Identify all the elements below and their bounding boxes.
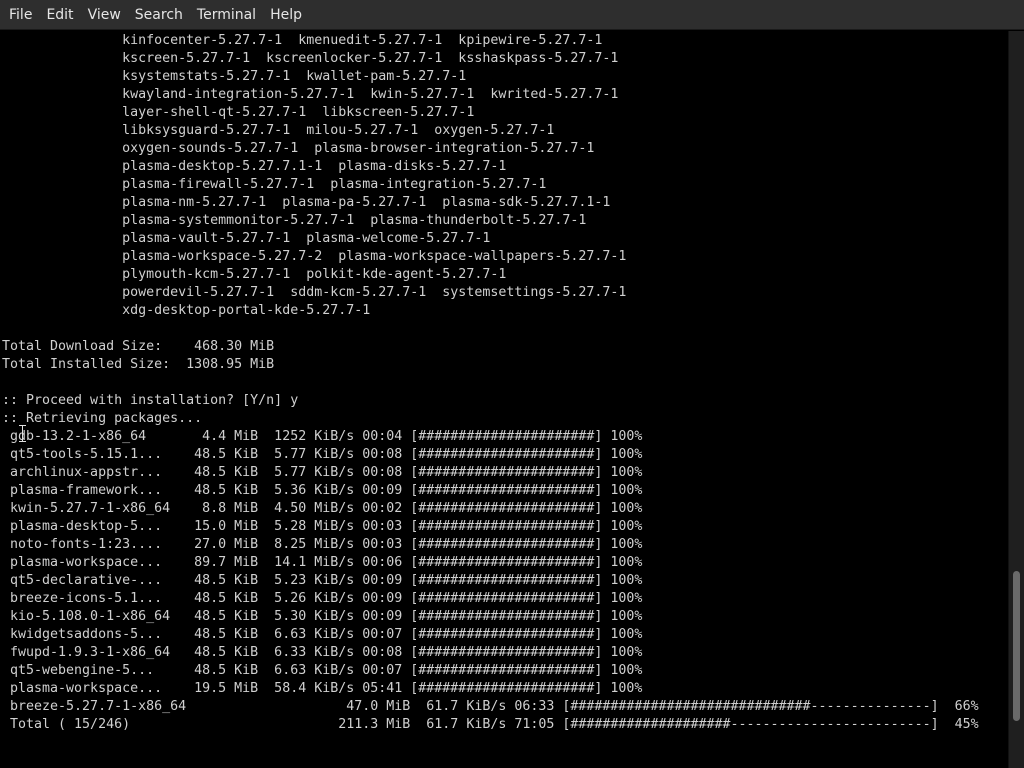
terminal-line: xdg-desktop-portal-kde-5.27.7-1 — [2, 303, 371, 318]
terminal-line: archlinux-appstr... 48.5 KiB 5.77 KiB/s … — [2, 465, 643, 480]
terminal-line: Total ( 15/246) 211.3 MiB 61.7 KiB/s 71:… — [2, 717, 979, 732]
menu-file[interactable]: File — [2, 0, 39, 30]
terminal-line: :: Retrieving packages... — [2, 411, 203, 426]
terminal-line: :: Proceed with installation? [Y/n] y — [2, 393, 299, 408]
terminal-line: Total Installed Size: 1308.95 MiB — [2, 357, 275, 372]
terminal-line: oxygen-sounds-5.27.7-1 plasma-browser-in… — [2, 141, 595, 156]
terminal-line: plasma-workspace... 89.7 MiB 14.1 MiB/s … — [2, 555, 643, 570]
terminal-line: plasma-nm-5.27.7-1 plasma-pa-5.27.7-1 pl… — [2, 195, 611, 210]
terminal-line: gdb-13.2-1-x86_64 4.4 MiB 1252 KiB/s 00:… — [2, 429, 643, 444]
terminal-output[interactable]: kinfocenter-5.27.7-1 kmenuedit-5.27.7-1 … — [0, 31, 1008, 768]
terminal-line: plasma-desktop-5... 15.0 MiB 5.28 MiB/s … — [2, 519, 643, 534]
terminal-line: ksystemstats-5.27.7-1 kwallet-pam-5.27.7… — [2, 69, 467, 84]
terminal-line: plasma-systemmonitor-5.27.7-1 plasma-thu… — [2, 213, 587, 228]
terminal-line: kinfocenter-5.27.7-1 kmenuedit-5.27.7-1 … — [2, 33, 603, 48]
terminal-line: plymouth-kcm-5.27.7-1 polkit-kde-agent-5… — [2, 267, 507, 282]
terminal-line: kwayland-integration-5.27.7-1 kwin-5.27.… — [2, 87, 619, 102]
menu-view[interactable]: View — [81, 0, 128, 30]
menu-help[interactable]: Help — [263, 0, 309, 30]
terminal-line: kscreen-5.27.7-1 kscreenlocker-5.27.7-1 … — [2, 51, 619, 66]
terminal-line: Total Download Size: 468.30 MiB — [2, 339, 275, 354]
terminal-line: qt5-webengine-5... 48.5 KiB 6.63 KiB/s 0… — [2, 663, 643, 678]
terminal-line: qt5-tools-5.15.1... 48.5 KiB 5.77 KiB/s … — [2, 447, 643, 462]
terminal-line: powerdevil-5.27.7-1 sddm-kcm-5.27.7-1 sy… — [2, 285, 627, 300]
terminal-line: noto-fonts-1:23.... 27.0 MiB 8.25 MiB/s … — [2, 537, 643, 552]
terminal-line: breeze-icons-5.1... 48.5 KiB 5.26 KiB/s … — [2, 591, 643, 606]
terminal-line: plasma-workspace-5.27.7-2 plasma-workspa… — [2, 249, 627, 264]
menu-edit[interactable]: Edit — [39, 0, 80, 30]
terminal-window: File Edit View Search Terminal Help kinf… — [0, 0, 1024, 768]
terminal-line: plasma-desktop-5.27.7.1-1 plasma-disks-5… — [2, 159, 507, 174]
terminal-line: kwidgetsaddons-5... 48.5 KiB 6.63 KiB/s … — [2, 627, 643, 642]
terminal-line: plasma-workspace... 19.5 MiB 58.4 KiB/s … — [2, 681, 643, 696]
terminal-line: kwin-5.27.7-1-x86_64 8.8 MiB 4.50 MiB/s … — [2, 501, 643, 516]
terminal-line: plasma-vault-5.27.7-1 plasma-welcome-5.2… — [2, 231, 491, 246]
terminal-line: qt5-declarative-... 48.5 KiB 5.23 KiB/s … — [2, 573, 643, 588]
menu-bar: File Edit View Search Terminal Help — [0, 0, 1024, 30]
menu-search[interactable]: Search — [128, 0, 190, 30]
terminal-lines: kinfocenter-5.27.7-1 kmenuedit-5.27.7-1 … — [2, 32, 979, 734]
terminal-line: fwupd-1.9.3-1-x86_64 48.5 KiB 6.33 KiB/s… — [2, 645, 643, 660]
terminal-line: layer-shell-qt-5.27.7-1 libkscreen-5.27.… — [2, 105, 475, 120]
scrollbar-thumb[interactable] — [1013, 571, 1020, 721]
vertical-scrollbar[interactable] — [1008, 31, 1024, 768]
terminal-line: breeze-5.27.7-1-x86_64 47.0 MiB 61.7 KiB… — [2, 699, 979, 714]
text-cursor-icon — [19, 425, 27, 443]
terminal-line: plasma-firewall-5.27.7-1 plasma-integrat… — [2, 177, 547, 192]
terminal-line: plasma-framework... 48.5 KiB 5.36 KiB/s … — [2, 483, 643, 498]
terminal-line: kio-5.108.0-1-x86_64 48.5 KiB 5.30 KiB/s… — [2, 609, 643, 624]
terminal-line: libksysguard-5.27.7-1 milou-5.27.7-1 oxy… — [2, 123, 555, 138]
menu-terminal[interactable]: Terminal — [190, 0, 263, 30]
